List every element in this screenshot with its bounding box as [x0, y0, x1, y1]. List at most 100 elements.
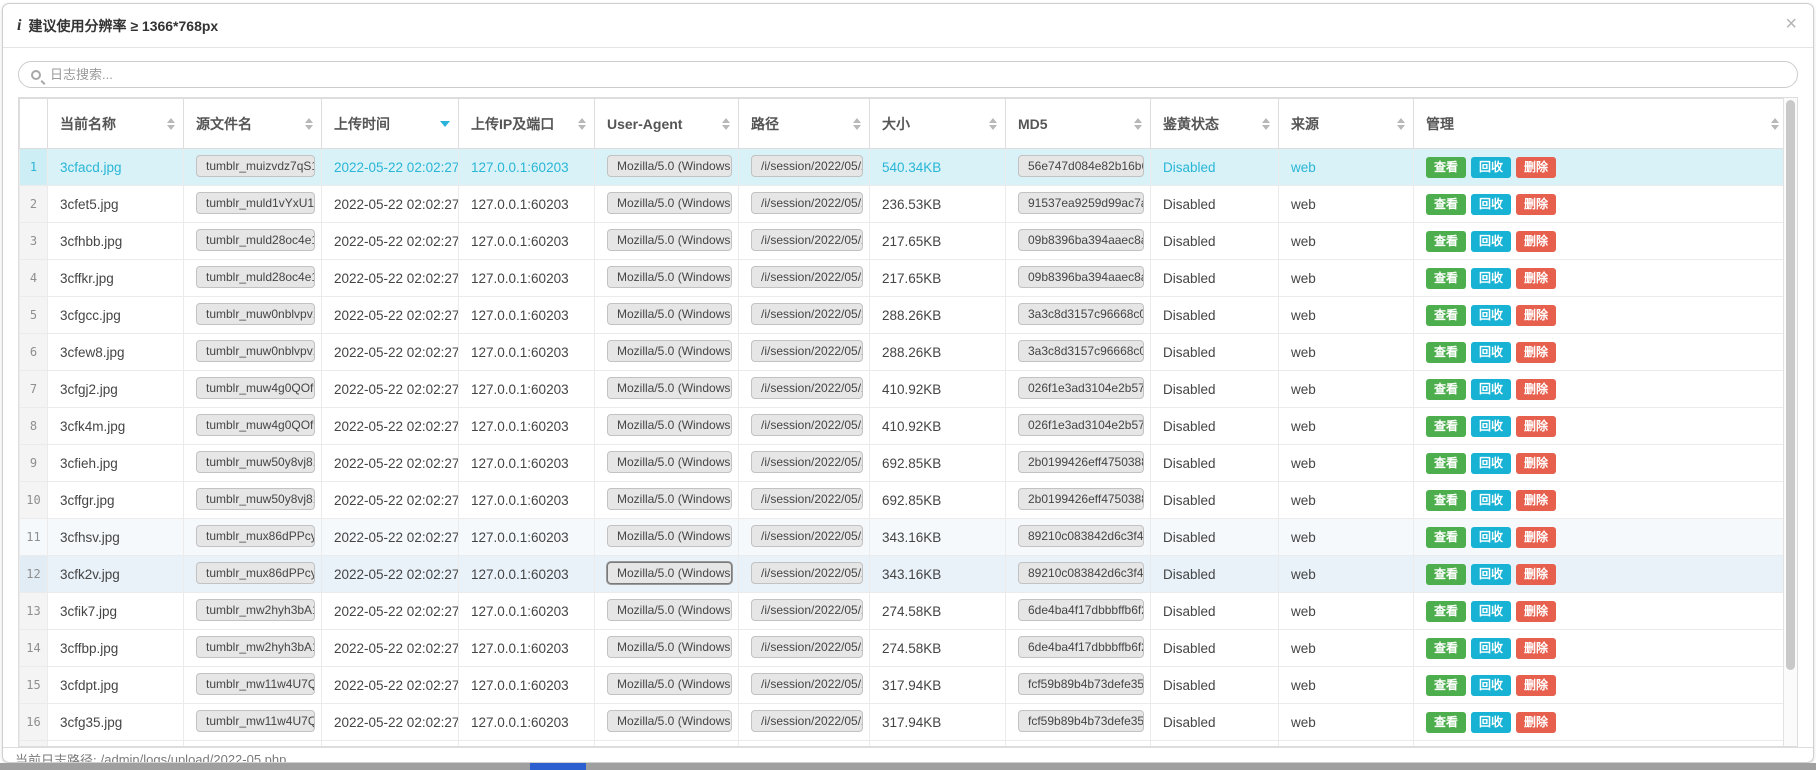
view-button[interactable]: 查看 — [1426, 157, 1466, 178]
recycle-button[interactable]: 回收 — [1471, 231, 1511, 252]
delete-button[interactable]: 删除 — [1516, 675, 1556, 696]
delete-button[interactable]: 删除 — [1516, 416, 1556, 437]
view-button[interactable]: 查看 — [1426, 194, 1466, 215]
background-button-partial[interactable] — [530, 763, 586, 770]
view-button[interactable]: 查看 — [1426, 490, 1466, 511]
table-row[interactable]: 133cfik7.jpgtumblr_mw2hyh3bA11r2022-05-2… — [20, 593, 1788, 630]
table-row-partial[interactable]: 查看回收删除 — [20, 741, 1788, 748]
sort-icon[interactable] — [1262, 118, 1270, 130]
cell-user-agent: Mozilla/5.0 (Windows N — [595, 371, 739, 408]
view-button[interactable]: 查看 — [1426, 268, 1466, 289]
col-header-source[interactable]: 来源 — [1279, 99, 1414, 149]
table-row[interactable]: 53cfgcc.jpgtumblr_muw0nblvpv1r22022-05-2… — [20, 297, 1788, 334]
col-header-ip_port[interactable]: 上传IP及端口 — [459, 99, 595, 149]
recycle-button[interactable]: 回收 — [1471, 416, 1511, 437]
delete-button[interactable]: 删除 — [1516, 194, 1556, 215]
view-button[interactable]: 查看 — [1426, 527, 1466, 548]
recycle-button[interactable]: 回收 — [1471, 379, 1511, 400]
table-row[interactable]: 163cfg35.jpgtumblr_mw11w4U7QY12022-05-22… — [20, 704, 1788, 741]
delete-button[interactable]: 删除 — [1516, 638, 1556, 659]
view-button[interactable]: 查看 — [1426, 601, 1466, 622]
table-row[interactable]: 33cfhbb.jpgtumblr_muld28oc4e1r22022-05-2… — [20, 223, 1788, 260]
table-row[interactable]: 73cfgj2.jpgtumblr_muw4g0QOf91r2022-05-22… — [20, 371, 1788, 408]
view-button[interactable]: 查看 — [1426, 342, 1466, 363]
table-row[interactable]: 63cfew8.jpgtumblr_muw0nblvpv1r22022-05-2… — [20, 334, 1788, 371]
table-row[interactable]: 103cffgr.jpgtumblr_muw50y8vj81r22022-05-… — [20, 482, 1788, 519]
recycle-button[interactable]: 回收 — [1471, 490, 1511, 511]
cell-text: 343.16KB — [882, 530, 941, 545]
col-header-moderation[interactable]: 鉴黄状态 — [1151, 99, 1279, 149]
delete-button[interactable]: 删除 — [1516, 564, 1556, 585]
recycle-button[interactable]: 回收 — [1471, 342, 1511, 363]
view-button[interactable]: 查看 — [1426, 712, 1466, 733]
recycle-button[interactable]: 回收 — [1471, 194, 1511, 215]
table-row[interactable]: 123cfk2v.jpgtumblr_mux86dPPcy1r2022-05-2… — [20, 556, 1788, 593]
recycle-button[interactable]: 回收 — [1471, 157, 1511, 178]
scrollbar-thumb[interactable] — [1786, 100, 1795, 670]
delete-button[interactable]: 删除 — [1516, 379, 1556, 400]
recycle-button[interactable]: 回收 — [1471, 675, 1511, 696]
view-button[interactable]: 查看 — [1426, 638, 1466, 659]
close-icon[interactable]: × — [1785, 14, 1797, 34]
vertical-scrollbar[interactable] — [1783, 98, 1797, 746]
table-row[interactable]: 93cfieh.jpgtumblr_muw50y8vj81r22022-05-2… — [20, 445, 1788, 482]
col-header-label: 上传IP及端口 — [471, 114, 554, 134]
view-button[interactable]: 查看 — [1426, 564, 1466, 585]
sort-icon[interactable] — [578, 118, 586, 130]
sort-desc-icon[interactable] — [440, 121, 450, 127]
recycle-button[interactable]: 回收 — [1471, 638, 1511, 659]
col-header-manage[interactable]: 管理 — [1414, 99, 1788, 149]
recycle-button[interactable]: 回收 — [1471, 712, 1511, 733]
cell-source: web — [1279, 371, 1414, 408]
cell-name: 3cfew8.jpg — [48, 334, 184, 371]
col-header-path[interactable]: 路径 — [739, 99, 870, 149]
recycle-button[interactable]: 回收 — [1471, 453, 1511, 474]
sort-icon[interactable] — [1397, 118, 1405, 130]
col-header-upload_time[interactable]: 上传时间 — [322, 99, 459, 149]
sort-icon[interactable] — [1134, 118, 1142, 130]
search-input[interactable] — [50, 67, 1785, 82]
delete-button[interactable]: 删除 — [1516, 157, 1556, 178]
table-row[interactable]: 83cfk4m.jpgtumblr_muw4g0QOf91r2022-05-22… — [20, 408, 1788, 445]
view-button[interactable]: 查看 — [1426, 416, 1466, 437]
sort-icon[interactable] — [167, 118, 175, 130]
delete-button[interactable]: 删除 — [1516, 601, 1556, 622]
recycle-button[interactable]: 回收 — [1471, 268, 1511, 289]
cell-text: 2022-05-22 02:02:27 — [334, 493, 459, 508]
recycle-button[interactable]: 回收 — [1471, 527, 1511, 548]
table-row[interactable]: 113cfhsv.jpgtumblr_mux86dPPcy1r2022-05-2… — [20, 519, 1788, 556]
user-agent-pill: Mozilla/5.0 (Windows N — [607, 192, 732, 214]
table-row[interactable]: 153cfdpt.jpgtumblr_mw11w4U7QY12022-05-22… — [20, 667, 1788, 704]
table-row[interactable]: 23cfet5.jpgtumblr_muld1vYxU11r22022-05-2… — [20, 186, 1788, 223]
view-button[interactable]: 查看 — [1426, 453, 1466, 474]
view-button[interactable]: 查看 — [1426, 379, 1466, 400]
delete-button[interactable]: 删除 — [1516, 712, 1556, 733]
delete-button[interactable]: 删除 — [1516, 268, 1556, 289]
table-row[interactable]: 13cfacd.jpgtumblr_muizvdz7qS1r22022-05-2… — [20, 149, 1788, 186]
view-button[interactable]: 查看 — [1426, 305, 1466, 326]
table-row[interactable]: 143cffbp.jpgtumblr_mw2hyh3bA11r2022-05-2… — [20, 630, 1788, 667]
delete-button[interactable]: 删除 — [1516, 231, 1556, 252]
col-header-name[interactable]: 当前名称 — [48, 99, 184, 149]
delete-button[interactable]: 删除 — [1516, 305, 1556, 326]
delete-button[interactable]: 删除 — [1516, 527, 1556, 548]
search-box[interactable] — [18, 61, 1798, 88]
col-header-md5[interactable]: MD5 — [1006, 99, 1151, 149]
recycle-button[interactable]: 回收 — [1471, 564, 1511, 585]
delete-button[interactable]: 删除 — [1516, 453, 1556, 474]
recycle-button[interactable]: 回收 — [1471, 305, 1511, 326]
sort-icon[interactable] — [853, 118, 861, 130]
recycle-button[interactable]: 回收 — [1471, 601, 1511, 622]
view-button[interactable]: 查看 — [1426, 231, 1466, 252]
view-button[interactable]: 查看 — [1426, 675, 1466, 696]
sort-icon[interactable] — [1771, 118, 1779, 130]
delete-button[interactable]: 删除 — [1516, 490, 1556, 511]
col-header-user_agent[interactable]: User-Agent — [595, 99, 739, 149]
sort-icon[interactable] — [305, 118, 313, 130]
sort-icon[interactable] — [989, 118, 997, 130]
table-row[interactable]: 43cffkr.jpgtumblr_muld28oc4e1r22022-05-2… — [20, 260, 1788, 297]
sort-icon[interactable] — [722, 118, 730, 130]
col-header-source_file[interactable]: 源文件名 — [184, 99, 322, 149]
col-header-size[interactable]: 大小 — [870, 99, 1006, 149]
delete-button[interactable]: 删除 — [1516, 342, 1556, 363]
